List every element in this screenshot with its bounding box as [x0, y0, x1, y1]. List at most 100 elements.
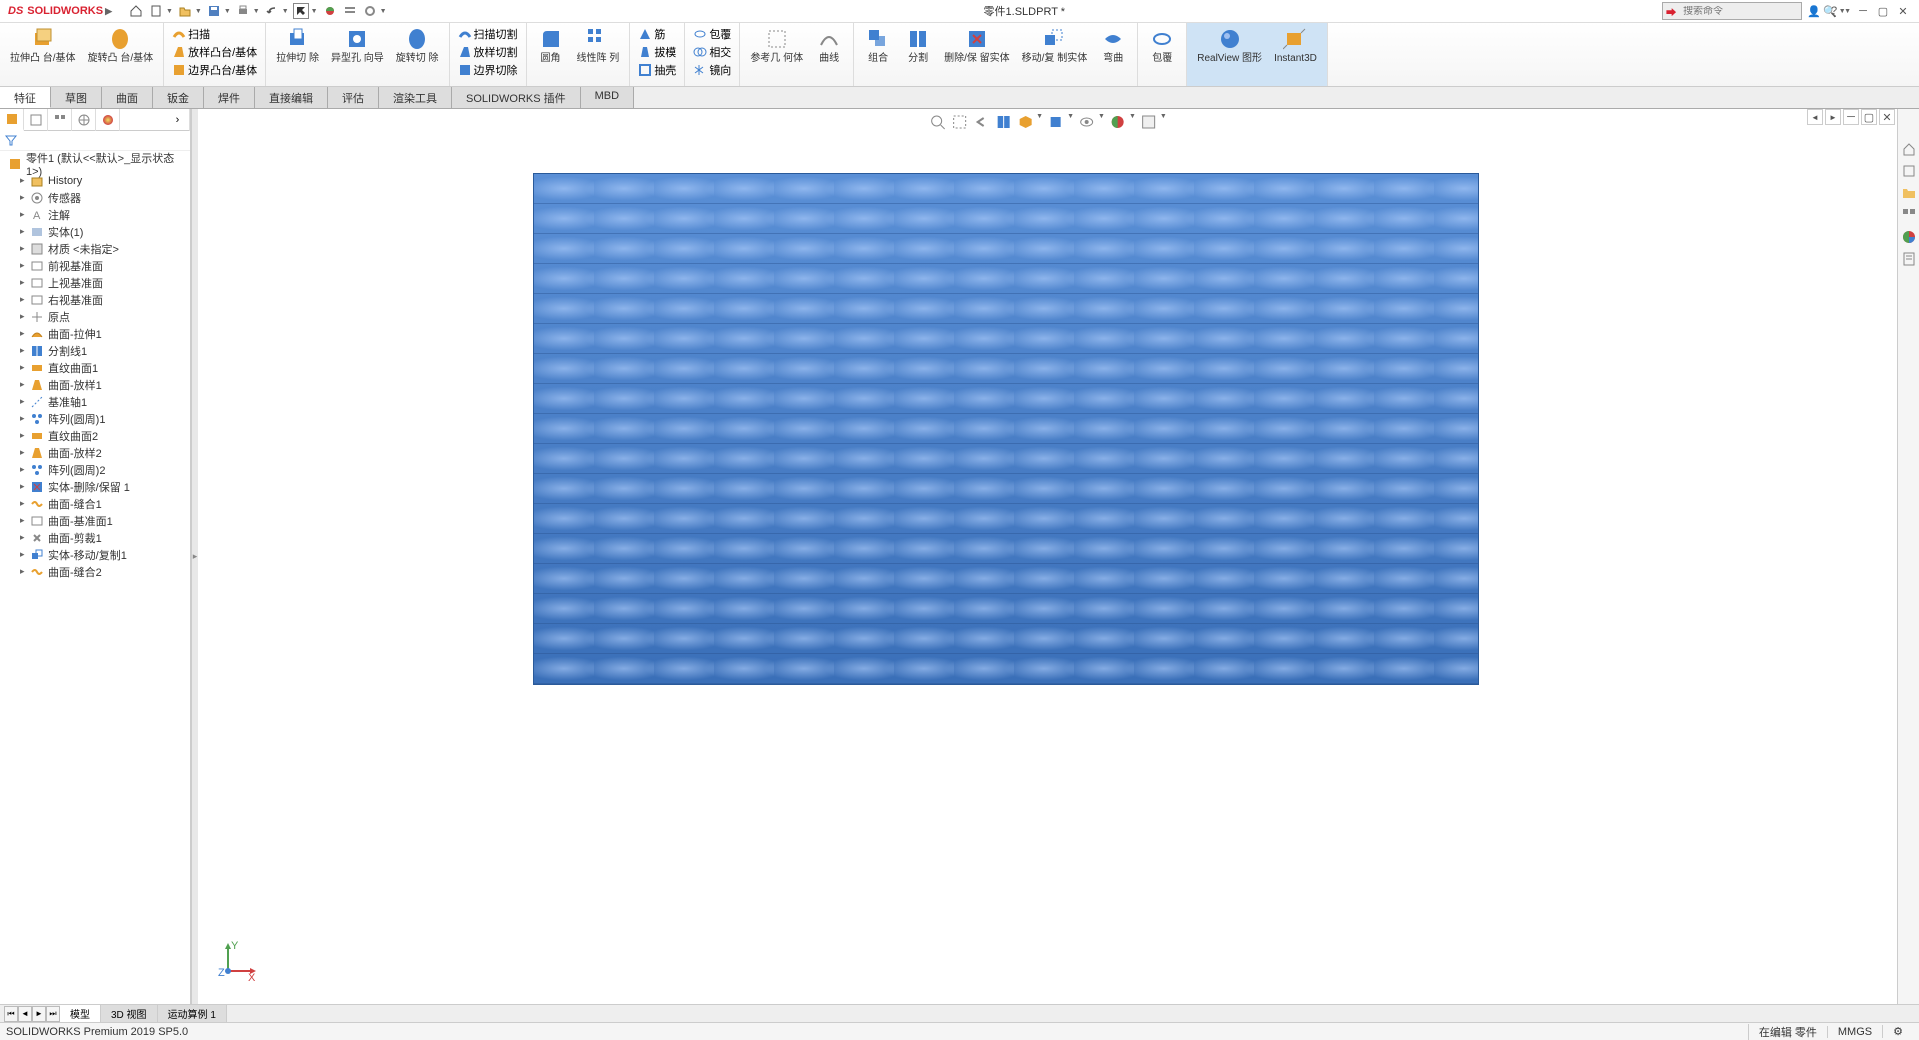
wrap-button[interactable]: 包覆	[689, 25, 735, 43]
flex-button[interactable]: 弯曲	[1093, 25, 1133, 66]
sweep-button[interactable]: 扫描	[168, 25, 261, 43]
maximize-button[interactable]: ▢	[1875, 3, 1891, 19]
hole-wizard-button[interactable]: 异型孔 向导	[325, 25, 390, 66]
close-button[interactable]: ✕	[1895, 3, 1911, 19]
rib-button[interactable]: 筋	[634, 25, 680, 43]
tree-node-10[interactable]: ▸分割线1	[0, 342, 190, 359]
tree-node-19[interactable]: ▸曲面-缝合1	[0, 495, 190, 512]
tree-expand-icon[interactable]: ›	[166, 109, 190, 131]
tab-sheetmetal[interactable]: 钣金	[153, 87, 204, 108]
realview-button[interactable]: RealView 图形	[1191, 25, 1268, 66]
boundary-boss-button[interactable]: 边界凸台/基体	[168, 61, 261, 79]
extrude-cut-button[interactable]: 拉伸切 除	[270, 25, 325, 66]
zoom-area-icon[interactable]	[950, 113, 968, 131]
tree-node-23[interactable]: ▸曲面-缝合2	[0, 563, 190, 580]
orientation-triad[interactable]: Y X Z	[218, 941, 258, 984]
tab-addins[interactable]: SOLIDWORKS 插件	[452, 87, 581, 108]
move-body-button[interactable]: 移动/复 制实体	[1016, 25, 1094, 66]
zoom-fit-icon[interactable]	[928, 113, 946, 131]
home-icon[interactable]	[128, 3, 144, 19]
help-icon[interactable]: ?	[1826, 3, 1842, 19]
file-explorer-icon[interactable]	[1899, 183, 1919, 203]
open-icon[interactable]	[177, 3, 193, 19]
design-library-icon[interactable]	[1899, 161, 1919, 181]
tab-evaluate[interactable]: 评估	[328, 87, 379, 108]
rebuild-icon[interactable]	[322, 3, 338, 19]
print-icon[interactable]	[235, 3, 251, 19]
split-button[interactable]: 分割	[898, 25, 938, 66]
doc-restore-button[interactable]: ▢	[1861, 109, 1877, 125]
view-orientation-icon[interactable]	[1016, 113, 1034, 131]
motion-study-tab[interactable]: 运动算例 1	[158, 1005, 227, 1022]
tree-node-17[interactable]: ▸阵列(圆周)2	[0, 461, 190, 478]
ref-geometry-button[interactable]: 参考几 何体	[744, 25, 809, 66]
previous-view-icon[interactable]	[972, 113, 990, 131]
doc-next-icon[interactable]: ►	[1825, 109, 1841, 125]
instant3d-button[interactable]: Instant3D	[1268, 25, 1323, 66]
tree-node-2[interactable]: ▸A注解	[0, 206, 190, 223]
linear-pattern-button[interactable]: 线性阵 列	[571, 25, 626, 66]
draft-button[interactable]: 拔模	[634, 43, 680, 61]
settings-icon[interactable]	[362, 3, 378, 19]
loft-boss-button[interactable]: 放样凸台/基体	[168, 43, 261, 61]
edit-appearance-icon[interactable]	[1109, 113, 1127, 131]
select-icon[interactable]	[293, 3, 309, 19]
tab-features[interactable]: 特征	[0, 87, 51, 108]
mirror-button[interactable]: 镜向	[689, 61, 735, 79]
user-icon[interactable]: 👤	[1806, 3, 1822, 19]
apply-scene-icon[interactable]	[1140, 113, 1158, 131]
extrude-boss-button[interactable]: 拉伸凸 台/基体	[4, 25, 82, 66]
tree-node-11[interactable]: ▸直纹曲面1	[0, 359, 190, 376]
sw-resources-icon[interactable]	[1899, 139, 1919, 159]
tab-direct-edit[interactable]: 直接编辑	[255, 87, 328, 108]
custom-properties-icon[interactable]	[1899, 249, 1919, 269]
model-tab[interactable]: 模型	[60, 1005, 101, 1022]
combine-button[interactable]: 组合	[858, 25, 898, 66]
tree-node-5[interactable]: ▸前视基准面	[0, 257, 190, 274]
tab-mbd[interactable]: MBD	[581, 87, 634, 108]
tree-root[interactable]: 零件1 (默认<<默认>_显示状态 1>)	[0, 155, 190, 172]
fillet-button[interactable]: 圆角	[531, 25, 571, 66]
tab-sketch[interactable]: 草图	[51, 87, 102, 108]
tree-node-12[interactable]: ▸曲面-放样1	[0, 376, 190, 393]
tree-node-9[interactable]: ▸曲面-拉伸1	[0, 325, 190, 342]
shell-button[interactable]: 抽壳	[634, 61, 680, 79]
tab-last-icon[interactable]: ⏭	[46, 1006, 60, 1022]
tree-node-6[interactable]: ▸上视基准面	[0, 274, 190, 291]
tree-node-8[interactable]: ▸原点	[0, 308, 190, 325]
tree-node-3[interactable]: ▸实体(1)	[0, 223, 190, 240]
doc-minimize-button[interactable]: ─	[1843, 109, 1859, 125]
appearances-icon[interactable]	[1899, 227, 1919, 247]
minimize-button[interactable]: ─	[1855, 3, 1871, 19]
boundary-cut-button[interactable]: 边界切除	[454, 61, 522, 79]
delete-body-button[interactable]: 删除/保 留实体	[938, 25, 1016, 66]
dimxpert-tab[interactable]	[72, 109, 96, 131]
tree-node-1[interactable]: ▸传感器	[0, 189, 190, 206]
tab-first-icon[interactable]: ⏮	[4, 1006, 18, 1022]
view-palette-icon[interactable]	[1899, 205, 1919, 225]
new-icon[interactable]	[148, 3, 164, 19]
tree-node-16[interactable]: ▸曲面-放样2	[0, 444, 190, 461]
tree-node-15[interactable]: ▸直纹曲面2	[0, 427, 190, 444]
display-manager-tab[interactable]	[96, 109, 120, 131]
revolve-boss-button[interactable]: 旋转凸 台/基体	[82, 25, 160, 66]
tree-node-18[interactable]: ▸实体-删除/保留 1	[0, 478, 190, 495]
revolve-cut-button[interactable]: 旋转切 除	[390, 25, 445, 66]
undo-icon[interactable]	[264, 3, 280, 19]
sweep-cut-button[interactable]: 扫描切割	[454, 25, 522, 43]
status-options-icon[interactable]: ⚙	[1882, 1025, 1913, 1038]
command-search[interactable]: ⮕ 🔍▼	[1662, 2, 1802, 20]
save-icon[interactable]	[206, 3, 222, 19]
hide-show-icon[interactable]	[1078, 113, 1096, 131]
tree-node-22[interactable]: ▸实体-移动/复制1	[0, 546, 190, 563]
intersect-button[interactable]: 相交	[689, 43, 735, 61]
loft-cut-button[interactable]: 放样切割	[454, 43, 522, 61]
3dviews-tab[interactable]: 3D 视图	[101, 1005, 158, 1022]
curves-button[interactable]: 曲线	[809, 25, 849, 66]
tree-node-20[interactable]: ▸曲面-基准面1	[0, 512, 190, 529]
tab-next-icon[interactable]: ►	[32, 1006, 46, 1022]
tab-weldments[interactable]: 焊件	[204, 87, 255, 108]
display-style-icon[interactable]	[1047, 113, 1065, 131]
section-view-icon[interactable]	[994, 113, 1012, 131]
tree-node-4[interactable]: ▸材质 <未指定>	[0, 240, 190, 257]
